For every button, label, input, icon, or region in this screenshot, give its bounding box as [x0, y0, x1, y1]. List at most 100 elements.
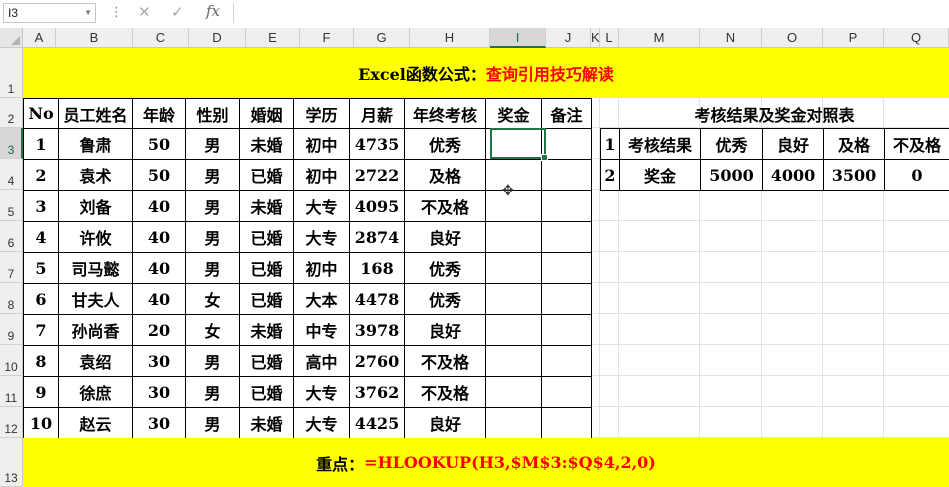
column-header-C[interactable]: C	[133, 28, 189, 48]
header-cell[interactable]: 月薪	[349, 98, 405, 129]
row-header-9[interactable]: 9	[0, 314, 23, 345]
lookup-cell[interactable]: 良好	[762, 128, 824, 160]
employee-cell[interactable]: 良好	[404, 407, 486, 439]
formula-input[interactable]	[233, 3, 949, 23]
column-header-B[interactable]: B	[56, 28, 133, 48]
title-banner[interactable]: Excel函数公式： 查询引用技巧解读	[23, 48, 949, 98]
employee-cell[interactable]: 男	[185, 159, 240, 191]
lookup-cell[interactable]: 奖金	[619, 159, 701, 191]
employee-cell[interactable]: 2760	[349, 345, 405, 377]
more-options-icon[interactable]: ⋮	[110, 4, 123, 20]
employee-cell[interactable]: 3762	[349, 376, 405, 408]
employee-cell[interactable]: 已婚	[239, 159, 294, 191]
header-cell[interactable]: 性别	[185, 98, 240, 129]
employee-cell[interactable]: 4	[23, 221, 59, 253]
lookup-cell[interactable]: 1	[600, 128, 620, 160]
chevron-down-icon[interactable]: ▼	[84, 4, 92, 22]
column-header-I[interactable]: I	[490, 28, 546, 48]
employee-cell[interactable]: 袁术	[58, 159, 133, 191]
employee-cell[interactable]: 20	[132, 314, 186, 346]
employee-cell[interactable]: 优秀	[404, 252, 486, 284]
employee-cell[interactable]: 未婚	[239, 128, 294, 160]
employee-cell[interactable]: 40	[132, 190, 186, 222]
employee-cell[interactable]: 大专	[293, 221, 350, 253]
row-header-2[interactable]: 2	[0, 98, 23, 128]
employee-cell[interactable]: 未婚	[239, 314, 294, 346]
lookup-cell[interactable]: 5000	[700, 159, 763, 191]
employee-cell[interactable]	[541, 376, 592, 408]
column-header-H[interactable]: H	[410, 28, 490, 48]
employee-cell[interactable]	[485, 252, 542, 284]
lookup-cell[interactable]: 考核结果	[619, 128, 701, 160]
employee-cell[interactable]	[485, 376, 542, 408]
row-header-1[interactable]: 1	[0, 48, 23, 98]
employee-cell[interactable]: 不及格	[404, 376, 486, 408]
column-header-L[interactable]: L	[600, 28, 619, 48]
row-header-10[interactable]: 10	[0, 345, 23, 376]
employee-cell[interactable]: 2722	[349, 159, 405, 191]
lookup-cell[interactable]: 2	[600, 159, 620, 191]
employee-cell[interactable]	[541, 283, 592, 315]
column-header-P[interactable]: P	[823, 28, 884, 48]
employee-cell[interactable]	[541, 345, 592, 377]
employee-cell[interactable]	[485, 128, 542, 160]
employee-cell[interactable]: 司马懿	[58, 252, 133, 284]
employee-cell[interactable]: 大本	[293, 283, 350, 315]
row-header-12[interactable]: 12	[0, 407, 23, 438]
name-box[interactable]: I3 ▼	[3, 3, 96, 23]
employee-cell[interactable]: 徐庶	[58, 376, 133, 408]
row-header-4[interactable]: 4	[0, 159, 23, 190]
employee-cell[interactable]	[485, 345, 542, 377]
column-header-M[interactable]: M	[619, 28, 700, 48]
employee-cell[interactable]: 甘夫人	[58, 283, 133, 315]
employee-cell[interactable]: 40	[132, 252, 186, 284]
employee-cell[interactable]: 赵云	[58, 407, 133, 439]
employee-cell[interactable]: 不及格	[404, 345, 486, 377]
employee-cell[interactable]: 4478	[349, 283, 405, 315]
employee-cell[interactable]	[541, 407, 592, 439]
employee-cell[interactable]: 9	[23, 376, 59, 408]
lookup-cell[interactable]: 0	[884, 159, 949, 191]
employee-cell[interactable]	[485, 221, 542, 253]
header-cell[interactable]: No	[23, 98, 59, 129]
row-header-6[interactable]: 6	[0, 221, 23, 252]
column-header-D[interactable]: D	[189, 28, 246, 48]
column-header-J[interactable]: J	[546, 28, 591, 48]
employee-cell[interactable]: 男	[185, 221, 240, 253]
employee-cell[interactable]: 7	[23, 314, 59, 346]
cancel-icon[interactable]: ✕	[138, 3, 151, 21]
column-header-N[interactable]: N	[700, 28, 762, 48]
employee-cell[interactable]: 已婚	[239, 283, 294, 315]
employee-cell[interactable]: 50	[132, 159, 186, 191]
employee-cell[interactable]: 良好	[404, 221, 486, 253]
employee-cell[interactable]: 50	[132, 128, 186, 160]
employee-cell[interactable]: 已婚	[239, 252, 294, 284]
employee-cell[interactable]: 不及格	[404, 190, 486, 222]
header-cell[interactable]: 学历	[293, 98, 350, 129]
header-cell[interactable]: 奖金	[485, 98, 542, 129]
row-header-13[interactable]: 13	[0, 438, 23, 487]
employee-cell[interactable]: 初中	[293, 159, 350, 191]
employee-cell[interactable]: 2	[23, 159, 59, 191]
employee-cell[interactable]	[541, 252, 592, 284]
employee-cell[interactable]: 已婚	[239, 345, 294, 377]
employee-cell[interactable]: 女	[185, 314, 240, 346]
employee-cell[interactable]: 男	[185, 345, 240, 377]
employee-cell[interactable]: 168	[349, 252, 405, 284]
employee-cell[interactable]: 女	[185, 283, 240, 315]
employee-cell[interactable]: 大专	[293, 376, 350, 408]
employee-cell[interactable]: 8	[23, 345, 59, 377]
employee-cell[interactable]: 未婚	[239, 407, 294, 439]
row-header-3[interactable]: 3	[0, 128, 23, 159]
employee-cell[interactable]: 4735	[349, 128, 405, 160]
employee-cell[interactable]: 5	[23, 252, 59, 284]
employee-cell[interactable]: 未婚	[239, 190, 294, 222]
header-cell[interactable]: 婚姻	[239, 98, 294, 129]
select-all-button[interactable]	[0, 28, 23, 48]
employee-cell[interactable]: 男	[185, 407, 240, 439]
employee-cell[interactable]: 男	[185, 376, 240, 408]
row-header-7[interactable]: 7	[0, 252, 23, 283]
employee-cell[interactable]: 30	[132, 407, 186, 439]
employee-cell[interactable]: 初中	[293, 128, 350, 160]
employee-cell[interactable]: 3	[23, 190, 59, 222]
